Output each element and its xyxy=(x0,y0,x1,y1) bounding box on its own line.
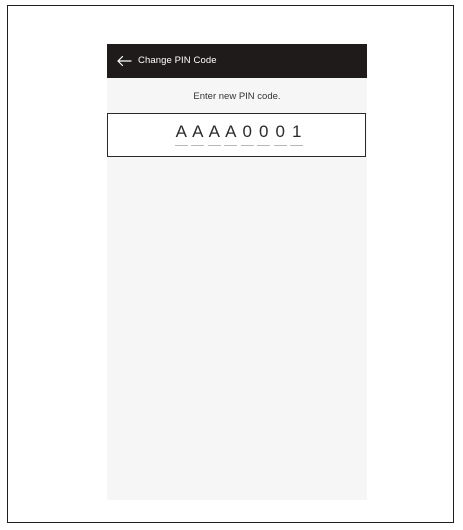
pin-char: A xyxy=(175,122,187,141)
pin-underline xyxy=(207,145,221,146)
pin-underline xyxy=(290,145,304,146)
pin-prompt: Enter new PIN code. xyxy=(193,91,281,102)
pin-underline xyxy=(273,145,287,146)
pin-digit-1: A xyxy=(173,122,190,146)
pin-underline xyxy=(224,145,238,146)
pin-digit-8: 1 xyxy=(289,122,306,146)
arrow-left-icon xyxy=(117,55,132,67)
pin-input[interactable]: A A A A 0 0 0 1 xyxy=(107,113,366,157)
pin-char: A xyxy=(208,122,220,141)
pin-char: 0 xyxy=(259,122,269,141)
pin-char: 0 xyxy=(275,122,285,141)
pin-digit-5: 0 xyxy=(239,122,256,146)
pin-digit-2: A xyxy=(190,122,207,146)
pin-char: 1 xyxy=(292,122,302,141)
pin-char: A xyxy=(192,122,204,141)
pin-underline xyxy=(174,145,188,146)
pin-digit-3: A xyxy=(206,122,223,146)
pin-underline xyxy=(257,145,271,146)
pin-digit-6: 0 xyxy=(256,122,273,146)
phone-screen: Change PIN Code Enter new PIN code. A A … xyxy=(107,44,367,500)
pin-digit-7: 0 xyxy=(272,122,289,146)
pin-underline xyxy=(240,145,254,146)
app-bar: Change PIN Code xyxy=(107,44,367,78)
pin-char: 0 xyxy=(242,122,252,141)
pin-char: A xyxy=(225,122,237,141)
pin-digits: A A A A 0 0 0 1 xyxy=(173,122,305,146)
pin-underline xyxy=(191,145,205,146)
back-button[interactable] xyxy=(116,53,132,69)
pin-digit-4: A xyxy=(223,122,240,146)
page-title: Change PIN Code xyxy=(138,55,217,66)
